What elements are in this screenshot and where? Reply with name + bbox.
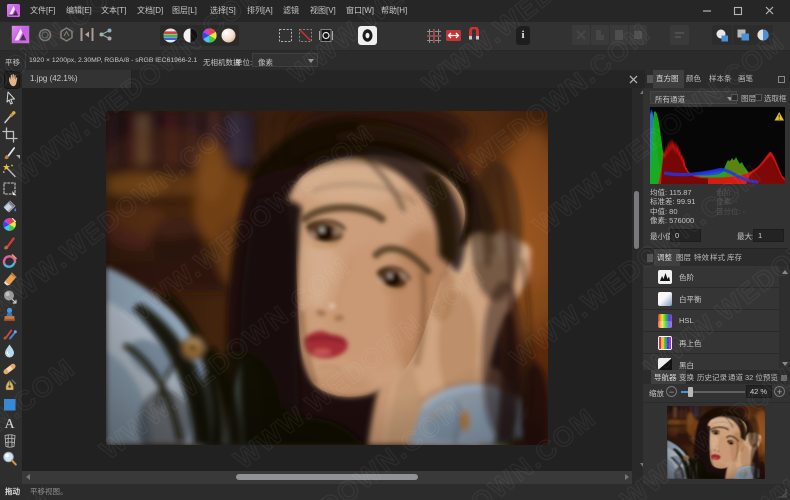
svg-text:A: A <box>4 417 15 432</box>
